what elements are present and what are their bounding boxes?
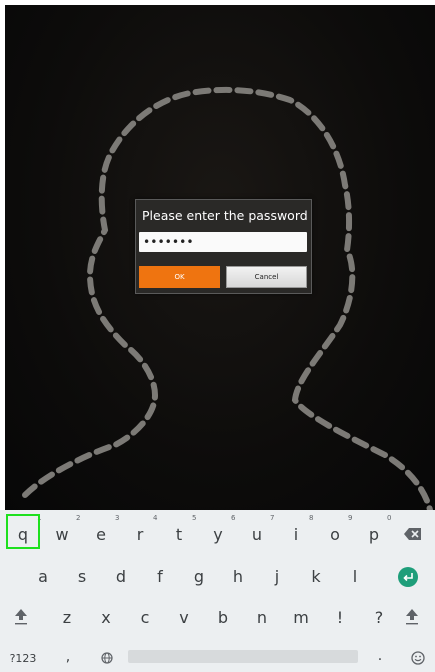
key-g[interactable]: g xyxy=(184,562,214,592)
spacebar[interactable] xyxy=(128,650,358,663)
soft-keyboard: q w e r t y u i o p 1 2 3 4 5 6 7 8 9 0 … xyxy=(0,510,435,672)
key-hint-3: 3 xyxy=(115,514,120,522)
key-t[interactable]: t xyxy=(164,520,194,550)
key-exclamation[interactable]: ! xyxy=(325,603,355,633)
shift-icon[interactable] xyxy=(14,608,28,626)
key-o[interactable]: o xyxy=(320,520,350,550)
key-y[interactable]: y xyxy=(203,520,233,550)
key-focus-highlight xyxy=(6,514,40,549)
key-m[interactable]: m xyxy=(286,603,316,633)
key-h[interactable]: h xyxy=(223,562,253,592)
key-hint-6: 6 xyxy=(231,514,236,522)
key-hint-7: 7 xyxy=(270,514,275,522)
shift-icon-right[interactable] xyxy=(405,608,419,626)
emoji-icon[interactable] xyxy=(411,651,425,665)
key-w[interactable]: w xyxy=(47,520,77,550)
key-s[interactable]: s xyxy=(67,562,97,592)
key-d[interactable]: d xyxy=(106,562,136,592)
key-f[interactable]: f xyxy=(145,562,175,592)
symbols-key[interactable]: ?123 xyxy=(4,650,42,668)
key-l[interactable]: l xyxy=(340,562,370,592)
key-hint-5: 5 xyxy=(192,514,197,522)
ok-button[interactable]: OK xyxy=(139,266,220,288)
key-i[interactable]: i xyxy=(281,520,311,550)
key-n[interactable]: n xyxy=(247,603,277,633)
key-a[interactable]: a xyxy=(28,562,58,592)
key-hint-8: 8 xyxy=(309,514,314,522)
cancel-button[interactable]: Cancel xyxy=(226,266,307,288)
key-comma[interactable]: , xyxy=(58,645,78,669)
password-dialog: Please enter the password ••••••• OK Can… xyxy=(135,199,312,294)
key-v[interactable]: v xyxy=(169,603,199,633)
key-u[interactable]: u xyxy=(242,520,272,550)
key-e[interactable]: e xyxy=(86,520,116,550)
enter-icon[interactable] xyxy=(398,567,418,587)
key-x[interactable]: x xyxy=(91,603,121,633)
key-k[interactable]: k xyxy=(301,562,331,592)
password-input[interactable]: ••••••• xyxy=(139,232,307,252)
key-hint-2: 2 xyxy=(76,514,81,522)
key-question[interactable]: ? xyxy=(364,603,394,633)
key-p[interactable]: p xyxy=(359,520,389,550)
globe-icon[interactable] xyxy=(101,652,113,664)
key-z[interactable]: z xyxy=(52,603,82,633)
key-hint-9: 9 xyxy=(348,514,353,522)
key-period[interactable]: . xyxy=(370,644,390,668)
dialog-title: Please enter the password xyxy=(142,208,308,223)
key-c[interactable]: c xyxy=(130,603,160,633)
key-hint-0: 0 xyxy=(387,514,392,522)
backspace-icon[interactable] xyxy=(404,527,422,541)
key-hint-4: 4 xyxy=(153,514,158,522)
key-b[interactable]: b xyxy=(208,603,238,633)
key-r[interactable]: r xyxy=(125,520,155,550)
key-j[interactable]: j xyxy=(262,562,292,592)
